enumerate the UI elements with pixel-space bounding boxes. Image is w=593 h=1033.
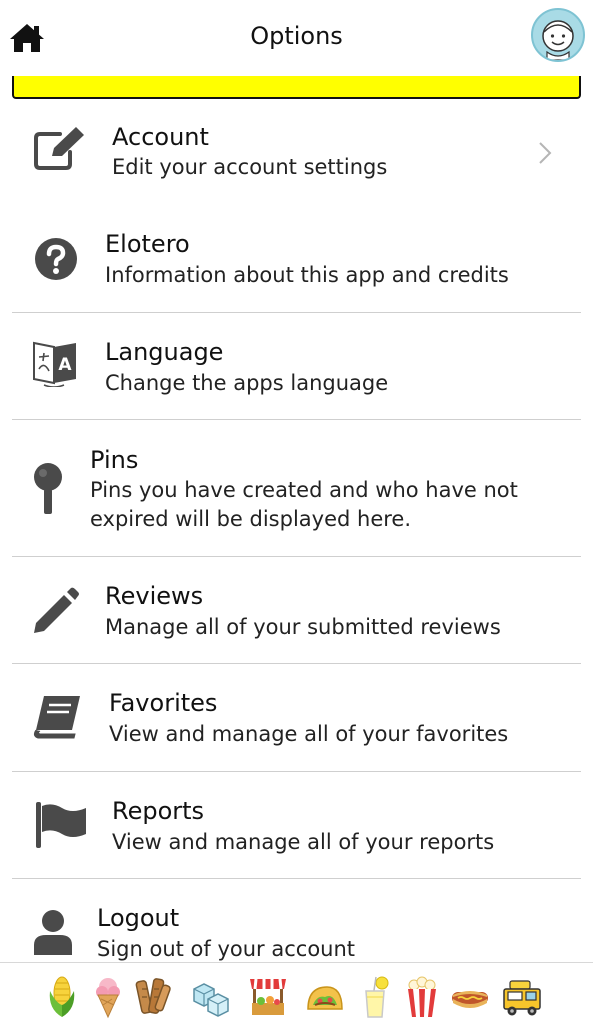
menu-item-description: Pins you have created and who have not e… (90, 478, 518, 531)
menu-item-title: Elotero (105, 230, 190, 258)
menu-item-language[interactable]: A Language Change the apps language (12, 313, 581, 419)
menu-item-reviews[interactable]: Reviews Manage all of your submitted rev… (12, 557, 581, 663)
menu-item-pins[interactable]: Pins Pins you have created and who have … (12, 420, 581, 556)
menu-item-elotero[interactable]: Elotero Information about this app and c… (12, 205, 581, 312)
menu-item-description: Change the apps language (105, 371, 389, 395)
question-circle-icon (35, 238, 77, 280)
hot-dog-icon[interactable] (450, 975, 490, 1019)
market-stand-icon[interactable] (248, 975, 288, 1019)
menu-item-title: Pins (90, 446, 139, 474)
language-icon: A (33, 341, 76, 387)
churros-icon[interactable] (133, 975, 173, 1019)
baby-face-avatar-icon (542, 20, 574, 60)
edit-icon (34, 127, 84, 170)
menu-item-title: Language (105, 338, 224, 366)
menu-item-title: Reports (112, 797, 205, 825)
ice-cubes-icon[interactable] (190, 975, 230, 1019)
menu-item-title: Account (112, 123, 209, 151)
menu-item-description: View and manage all of your favorites (109, 722, 509, 746)
pencil-icon (34, 587, 79, 633)
app-header: Options (0, 0, 593, 76)
menu-item-description: Edit your account settings (112, 155, 388, 179)
corn-icon[interactable] (42, 975, 82, 1019)
menu-item-title: Logout (97, 904, 180, 932)
lemonade-icon[interactable] (356, 975, 396, 1019)
svg-text:A: A (58, 355, 72, 375)
menu-item-title: Favorites (109, 689, 218, 717)
menu-item-logout[interactable]: Logout Sign out of your account (12, 879, 581, 962)
taco-icon[interactable] (305, 975, 345, 1019)
menu-item-reports[interactable]: Reports View and manage all of your repo… (12, 772, 581, 878)
popcorn-icon[interactable] (402, 975, 442, 1019)
menu-item-account[interactable]: Account Edit your account settings (12, 100, 581, 205)
menu-item-description: Information about this app and credits (105, 263, 509, 287)
flag-icon (36, 802, 86, 848)
page-title: Options (250, 22, 343, 50)
avatar[interactable] (531, 8, 585, 62)
menu-item-description: Manage all of your submitted reviews (105, 615, 501, 639)
menu-item-description: View and manage all of your reports (112, 830, 495, 854)
menu-item-favorites[interactable]: Favorites View and manage all of your fa… (12, 664, 581, 771)
ice-cream-icon[interactable] (88, 975, 128, 1019)
user-icon (34, 910, 72, 955)
menu-item-description: Sign out of your account (97, 937, 356, 961)
food-truck-icon[interactable] (502, 975, 542, 1019)
category-bar (0, 962, 593, 1033)
menu-item-title: Reviews (105, 582, 204, 610)
pin-icon (34, 463, 62, 514)
chevron-right-icon (539, 142, 552, 164)
book-icon (33, 696, 80, 739)
